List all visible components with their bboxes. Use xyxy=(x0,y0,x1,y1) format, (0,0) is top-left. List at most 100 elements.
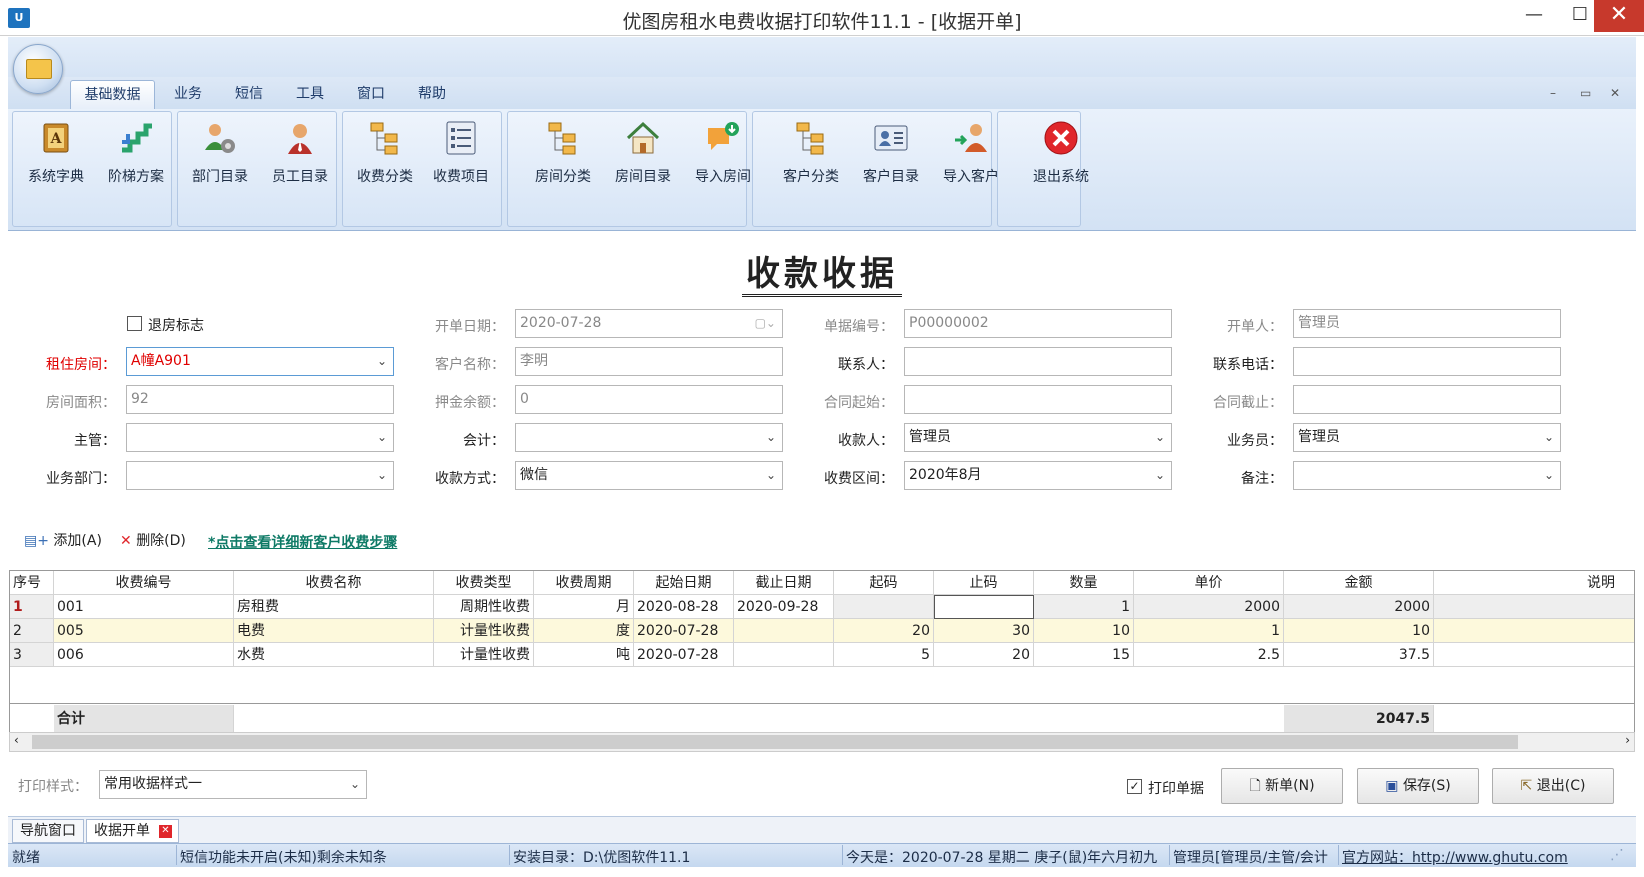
tab-window[interactable]: 窗口 xyxy=(349,80,393,110)
dept-select[interactable]: ⌄ xyxy=(126,461,394,490)
grid-cell[interactable]: 10 xyxy=(1034,619,1134,643)
column-header[interactable]: 单价 xyxy=(1134,571,1284,595)
fee-items-grid[interactable]: 序号 收费编号 收费名称 收费类型 收费周期 起始日期 截止日期 起码 止码 数… xyxy=(9,570,1635,750)
column-header[interactable]: 金额 xyxy=(1284,571,1434,595)
billno-field[interactable]: P00000002 xyxy=(904,309,1172,338)
grid-cell[interactable]: 计量性收费 xyxy=(434,643,534,667)
delete-row-button[interactable]: ✕ 删除(D) xyxy=(120,530,186,550)
issuer-field[interactable]: 管理员 xyxy=(1293,309,1561,338)
tab-business[interactable]: 业务 xyxy=(166,80,210,110)
room-category-button[interactable]: 房间分类 xyxy=(525,116,601,196)
column-header[interactable]: 说明 xyxy=(1434,571,1634,595)
deposit-field[interactable]: 0 xyxy=(515,385,783,414)
contact-field[interactable] xyxy=(904,347,1172,376)
employee-list-button[interactable]: 员工目录 xyxy=(262,116,338,196)
column-header[interactable]: 序号 xyxy=(10,571,54,595)
remark-select[interactable]: ⌄ xyxy=(1293,461,1561,490)
grid-cell[interactable] xyxy=(734,643,834,667)
receiver-select[interactable]: 管理员 ⌄ xyxy=(904,423,1172,452)
grid-cell[interactable]: 37.5 xyxy=(1284,643,1434,667)
grid-cell[interactable]: 2.5 xyxy=(1134,643,1284,667)
grid-cell[interactable] xyxy=(1434,595,1634,619)
customer-list-button[interactable]: 客户目录 xyxy=(853,116,929,196)
tab-tools[interactable]: 工具 xyxy=(288,80,332,110)
column-header[interactable]: 收费周期 xyxy=(534,571,634,595)
grid-cell[interactable]: 2020-07-28 xyxy=(634,643,734,667)
fee-category-button[interactable]: 收费分类 xyxy=(347,116,423,196)
grid-cell[interactable]: 001 xyxy=(54,595,234,619)
print-receipt-checkbox[interactable]: ✓ xyxy=(1127,779,1142,794)
import-customer-button[interactable]: 导入客户 xyxy=(933,116,1009,196)
column-header[interactable]: 起始日期 xyxy=(634,571,734,595)
add-row-button[interactable]: ▤+ 添加(A) xyxy=(24,530,102,550)
column-header[interactable]: 止码 xyxy=(934,571,1034,595)
grid-cell[interactable]: 2020-08-28 xyxy=(634,595,734,619)
ladder-scheme-button[interactable]: 阶梯方案 xyxy=(98,116,174,196)
grid-cell[interactable]: 10 xyxy=(1284,619,1434,643)
minimize-button[interactable]: — xyxy=(1510,0,1558,32)
grid-cell[interactable] xyxy=(1434,643,1634,667)
close-tab-icon[interactable]: ✕ xyxy=(159,825,172,838)
paymethod-select[interactable]: 微信 ⌄ xyxy=(515,461,783,490)
system-dictionary-button[interactable]: A 系统字典 xyxy=(18,116,94,196)
import-room-button[interactable]: 导入房间 xyxy=(685,116,761,196)
print-style-select[interactable]: 常用收据样式一 ⌄ xyxy=(99,770,367,799)
period-select[interactable]: 2020年8月 ⌄ xyxy=(904,461,1172,490)
grid-cell[interactable]: 2020-09-28 xyxy=(734,595,834,619)
column-header[interactable]: 数量 xyxy=(1034,571,1134,595)
contract-start-field[interactable] xyxy=(904,385,1172,414)
resize-grip-icon[interactable]: ⋰ xyxy=(1610,847,1630,863)
grid-cell[interactable]: 20 xyxy=(934,643,1034,667)
column-header[interactable]: 收费编号 xyxy=(54,571,234,595)
grid-cell[interactable]: 30 xyxy=(934,619,1034,643)
grid-cell[interactable] xyxy=(1434,619,1634,643)
grid-cell[interactable] xyxy=(834,595,934,619)
grid-cell[interactable]: 20 xyxy=(834,619,934,643)
grid-cell[interactable]: 2020-07-28 xyxy=(634,619,734,643)
application-menu-button[interactable] xyxy=(13,44,63,94)
room-list-button[interactable]: 房间目录 xyxy=(605,116,681,196)
department-list-button[interactable]: 部门目录 xyxy=(182,116,258,196)
contract-end-field[interactable] xyxy=(1293,385,1561,414)
horizontal-scrollbar[interactable]: ‹ › xyxy=(9,732,1635,752)
grid-cell[interactable] xyxy=(934,595,1034,619)
fee-item-button[interactable]: 收费项目 xyxy=(423,116,499,196)
customer-field[interactable]: 李明 xyxy=(515,347,783,376)
grid-cell[interactable]: 电费 xyxy=(234,619,434,643)
mdi-close-icon[interactable]: ✕ xyxy=(1610,86,1620,100)
grid-cell[interactable]: 1 xyxy=(1034,595,1134,619)
save-button[interactable]: ▣ 保存(S) xyxy=(1357,768,1479,804)
grid-cell[interactable]: 房租费 xyxy=(234,595,434,619)
grid-cell[interactable]: 水费 xyxy=(234,643,434,667)
tab-sms[interactable]: 短信 xyxy=(227,80,271,110)
official-website-link[interactable]: 官方网站：http://www.ghutu.com xyxy=(1342,847,1582,867)
area-field[interactable]: 92 xyxy=(126,385,394,414)
grid-cell[interactable]: 吨 xyxy=(534,643,634,667)
exit-system-button[interactable]: 退出系统 xyxy=(1023,116,1099,196)
grid-cell[interactable]: 1 xyxy=(1134,619,1284,643)
grid-cell[interactable]: 周期性收费 xyxy=(434,595,534,619)
help-steps-link[interactable]: *点击查看详细新客户收费步骤 xyxy=(208,532,397,552)
grid-cell[interactable]: 5 xyxy=(834,643,934,667)
column-header[interactable]: 截止日期 xyxy=(734,571,834,595)
scroll-left-icon[interactable]: ‹ xyxy=(14,733,19,747)
grid-cell[interactable] xyxy=(734,619,834,643)
tab-basic-data[interactable]: 基础数据 xyxy=(70,80,155,110)
mdi-minimize-icon[interactable]: – xyxy=(1550,86,1556,100)
customer-category-button[interactable]: 客户分类 xyxy=(773,116,849,196)
date-picker[interactable]: 2020-07-28 ▢⌄ xyxy=(515,309,783,338)
column-header[interactable]: 起码 xyxy=(834,571,934,595)
scrollbar-thumb[interactable] xyxy=(32,735,1518,749)
phone-field[interactable] xyxy=(1293,347,1561,376)
new-receipt-button[interactable]: 🗋 新单(N) xyxy=(1221,768,1343,804)
accountant-select[interactable]: ⌄ xyxy=(515,423,783,452)
grid-cell[interactable]: 15 xyxy=(1034,643,1134,667)
supervisor-select[interactable]: ⌄ xyxy=(126,423,394,452)
exit-button[interactable]: ⇱ 退出(C) xyxy=(1492,768,1614,804)
tab-help[interactable]: 帮助 xyxy=(410,80,454,110)
grid-cell[interactable]: 计量性收费 xyxy=(434,619,534,643)
grid-cell[interactable]: 月 xyxy=(534,595,634,619)
scroll-right-icon[interactable]: › xyxy=(1625,733,1630,747)
grid-cell[interactable]: 2000 xyxy=(1134,595,1284,619)
room-select[interactable]: A幢A901 ⌄ xyxy=(126,347,394,376)
